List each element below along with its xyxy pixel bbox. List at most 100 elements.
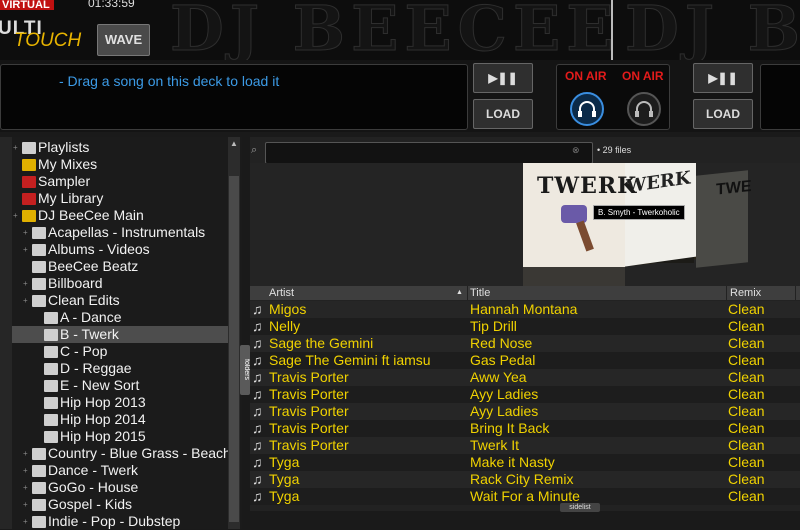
left-deck-panel[interactable]: - Drag a song on this deck to load it	[0, 64, 468, 130]
cell-title: Make it Nasty	[470, 454, 555, 470]
cell-artist: Tyga	[269, 471, 300, 487]
column-title[interactable]: Title	[470, 286, 490, 300]
tree-item[interactable]: A - Dance	[44, 309, 121, 326]
scroll-up-arrow-icon[interactable]: ▲	[230, 139, 238, 148]
expand-icon[interactable]: +	[23, 479, 28, 496]
tree-item[interactable]: Hip Hop 2014	[44, 411, 146, 428]
tree-item-label: My Mixes	[38, 156, 98, 172]
tree-item[interactable]: D - Reggae	[44, 360, 132, 377]
left-headphones-button[interactable]	[570, 92, 604, 126]
tree-item[interactable]: Hip Hop 2015	[44, 428, 146, 445]
tree-item[interactable]: + DJ BeeCee Main	[13, 207, 144, 224]
on-air-right: ON AIR	[622, 69, 664, 83]
headphones-icon	[635, 101, 653, 117]
tree-item[interactable]: + Gospel - Kids	[23, 496, 132, 513]
right-headphones-button[interactable]	[627, 92, 661, 126]
clear-search-icon[interactable]: ⊗	[572, 145, 580, 156]
deck-divider	[611, 0, 613, 60]
table-row[interactable]: ♫ Tyga Rack City Remix Clean	[250, 471, 800, 488]
table-row[interactable]: ♫ Travis Porter Aww Yea Clean	[250, 369, 800, 386]
tree-item[interactable]: BeeCee Beatz	[32, 258, 138, 275]
expand-icon[interactable]: +	[13, 207, 18, 224]
tree-item[interactable]: + Indie - Pop - Dubstep	[23, 513, 181, 530]
cover-reflection	[523, 267, 625, 287]
folder-icon	[32, 465, 46, 478]
tree-item[interactable]: + GoGo - House	[23, 479, 138, 496]
tree-item-label: Clean Edits	[48, 292, 120, 308]
cell-title: Red Nose	[470, 335, 533, 351]
tree-item-label: E - New Sort	[60, 377, 140, 393]
right-load-button[interactable]: LOAD	[693, 99, 753, 129]
expand-icon[interactable]: +	[23, 513, 28, 530]
tree-item[interactable]: My Library	[22, 190, 103, 207]
table-row[interactable]: ♫ Tyga Wait For a Minute Clean	[250, 488, 800, 505]
tree-scroll-thumb[interactable]	[229, 176, 239, 522]
table-row[interactable]: ♫ Travis Porter Ayy Ladies Clean	[250, 403, 800, 420]
folder-icon	[32, 278, 46, 291]
skin-name-touch: TOUCH	[14, 30, 82, 51]
table-row[interactable]: ♫ Migos Hannah Montana Clean	[250, 301, 800, 318]
tree-item[interactable]: My Mixes	[22, 156, 97, 173]
app-logo: VIRTUAL DJ	[0, 0, 54, 10]
expand-icon[interactable]: +	[23, 275, 28, 292]
tree-item[interactable]: + Playlists	[13, 139, 89, 156]
expand-icon[interactable]: +	[23, 224, 28, 241]
folder-icon	[32, 295, 46, 308]
right-play-pause-button[interactable]: ▶❚❚	[693, 63, 753, 93]
wave-button[interactable]: WAVE	[97, 24, 150, 56]
expand-icon[interactable]: +	[13, 139, 18, 156]
tree-item[interactable]: + Dance - Twerk	[23, 462, 138, 479]
sidelist-tab[interactable]: sidelist	[560, 503, 600, 512]
tree-item-label: Billboard	[48, 275, 103, 291]
expand-icon[interactable]: +	[23, 462, 28, 479]
folder-icon	[44, 397, 58, 410]
table-row[interactable]: ♫ Sage the Gemini Red Nose Clean	[250, 335, 800, 352]
column-artist[interactable]: Artist	[269, 286, 294, 300]
right-deck-panel[interactable]	[760, 64, 800, 130]
tree-item[interactable]: + Clean Edits	[23, 292, 120, 309]
expand-icon[interactable]: +	[23, 445, 28, 462]
tree-item-label: Hip Hop 2015	[60, 428, 146, 444]
tree-item[interactable]: + Billboard	[23, 275, 103, 292]
music-note-icon: ♫	[252, 335, 263, 351]
music-note-icon: ♫	[252, 471, 263, 487]
table-row[interactable]: ♫ Tyga Make it Nasty Clean	[250, 454, 800, 471]
tree-item[interactable]: C - Pop	[44, 343, 107, 360]
tree-item-label: My Library	[38, 190, 104, 206]
cell-remix: Clean	[728, 369, 765, 385]
expand-icon[interactable]: +	[23, 292, 28, 309]
column-remix[interactable]: Remix	[730, 286, 761, 300]
tree-item[interactable]: + Acapellas - Instrumentals	[23, 224, 205, 241]
cover-figure-legs	[576, 220, 594, 252]
cell-remix: Clean	[728, 471, 765, 487]
expand-icon[interactable]: +	[23, 241, 28, 258]
music-note-icon: ♫	[252, 386, 263, 402]
cell-title: Rack City Remix	[470, 471, 574, 487]
search-input[interactable]	[265, 142, 593, 164]
clock: 01:33:59	[88, 0, 135, 10]
table-row[interactable]: ♫ Travis Porter Ayy Ladies Clean	[250, 386, 800, 403]
left-load-button[interactable]: LOAD	[473, 99, 533, 129]
tree-item[interactable]: E - New Sort	[44, 377, 139, 394]
folders-tab[interactable]: folders	[240, 345, 250, 395]
sampler-icon	[22, 176, 36, 189]
tree-item[interactable]: + Albums - Videos	[23, 241, 150, 258]
tree-item[interactable]: B - Twerk	[12, 326, 228, 343]
tree-item-label: Indie - Pop - Dubstep	[48, 513, 181, 529]
table-row[interactable]: ♫ Travis Porter Twerk It Clean	[250, 437, 800, 454]
expand-icon[interactable]: +	[23, 496, 28, 513]
cover-flow[interactable]: TWE WERK TWERK	[250, 163, 800, 287]
left-play-pause-button[interactable]: ▶❚❚	[473, 63, 533, 93]
table-row[interactable]: ♫ Travis Porter Bring It Back Clean	[250, 420, 800, 437]
music-note-icon: ♫	[252, 369, 263, 385]
tree-item[interactable]: Hip Hop 2013	[44, 394, 146, 411]
table-row[interactable]: ♫ Sage The Gemini ft iamsu Gas Pedal Clean	[250, 352, 800, 369]
folder-icon	[44, 363, 58, 376]
cover-side-4[interactable]: TWE	[696, 170, 752, 268]
table-row[interactable]: ♫ Nelly Tip Drill Clean	[250, 318, 800, 335]
cell-artist: Tyga	[269, 488, 300, 504]
folder-icon	[32, 448, 46, 461]
tree-item[interactable]: + Country - Blue Grass - Beach	[23, 445, 231, 462]
tree-item-label: DJ BeeCee Main	[38, 207, 144, 223]
tree-item[interactable]: Sampler	[22, 173, 90, 190]
